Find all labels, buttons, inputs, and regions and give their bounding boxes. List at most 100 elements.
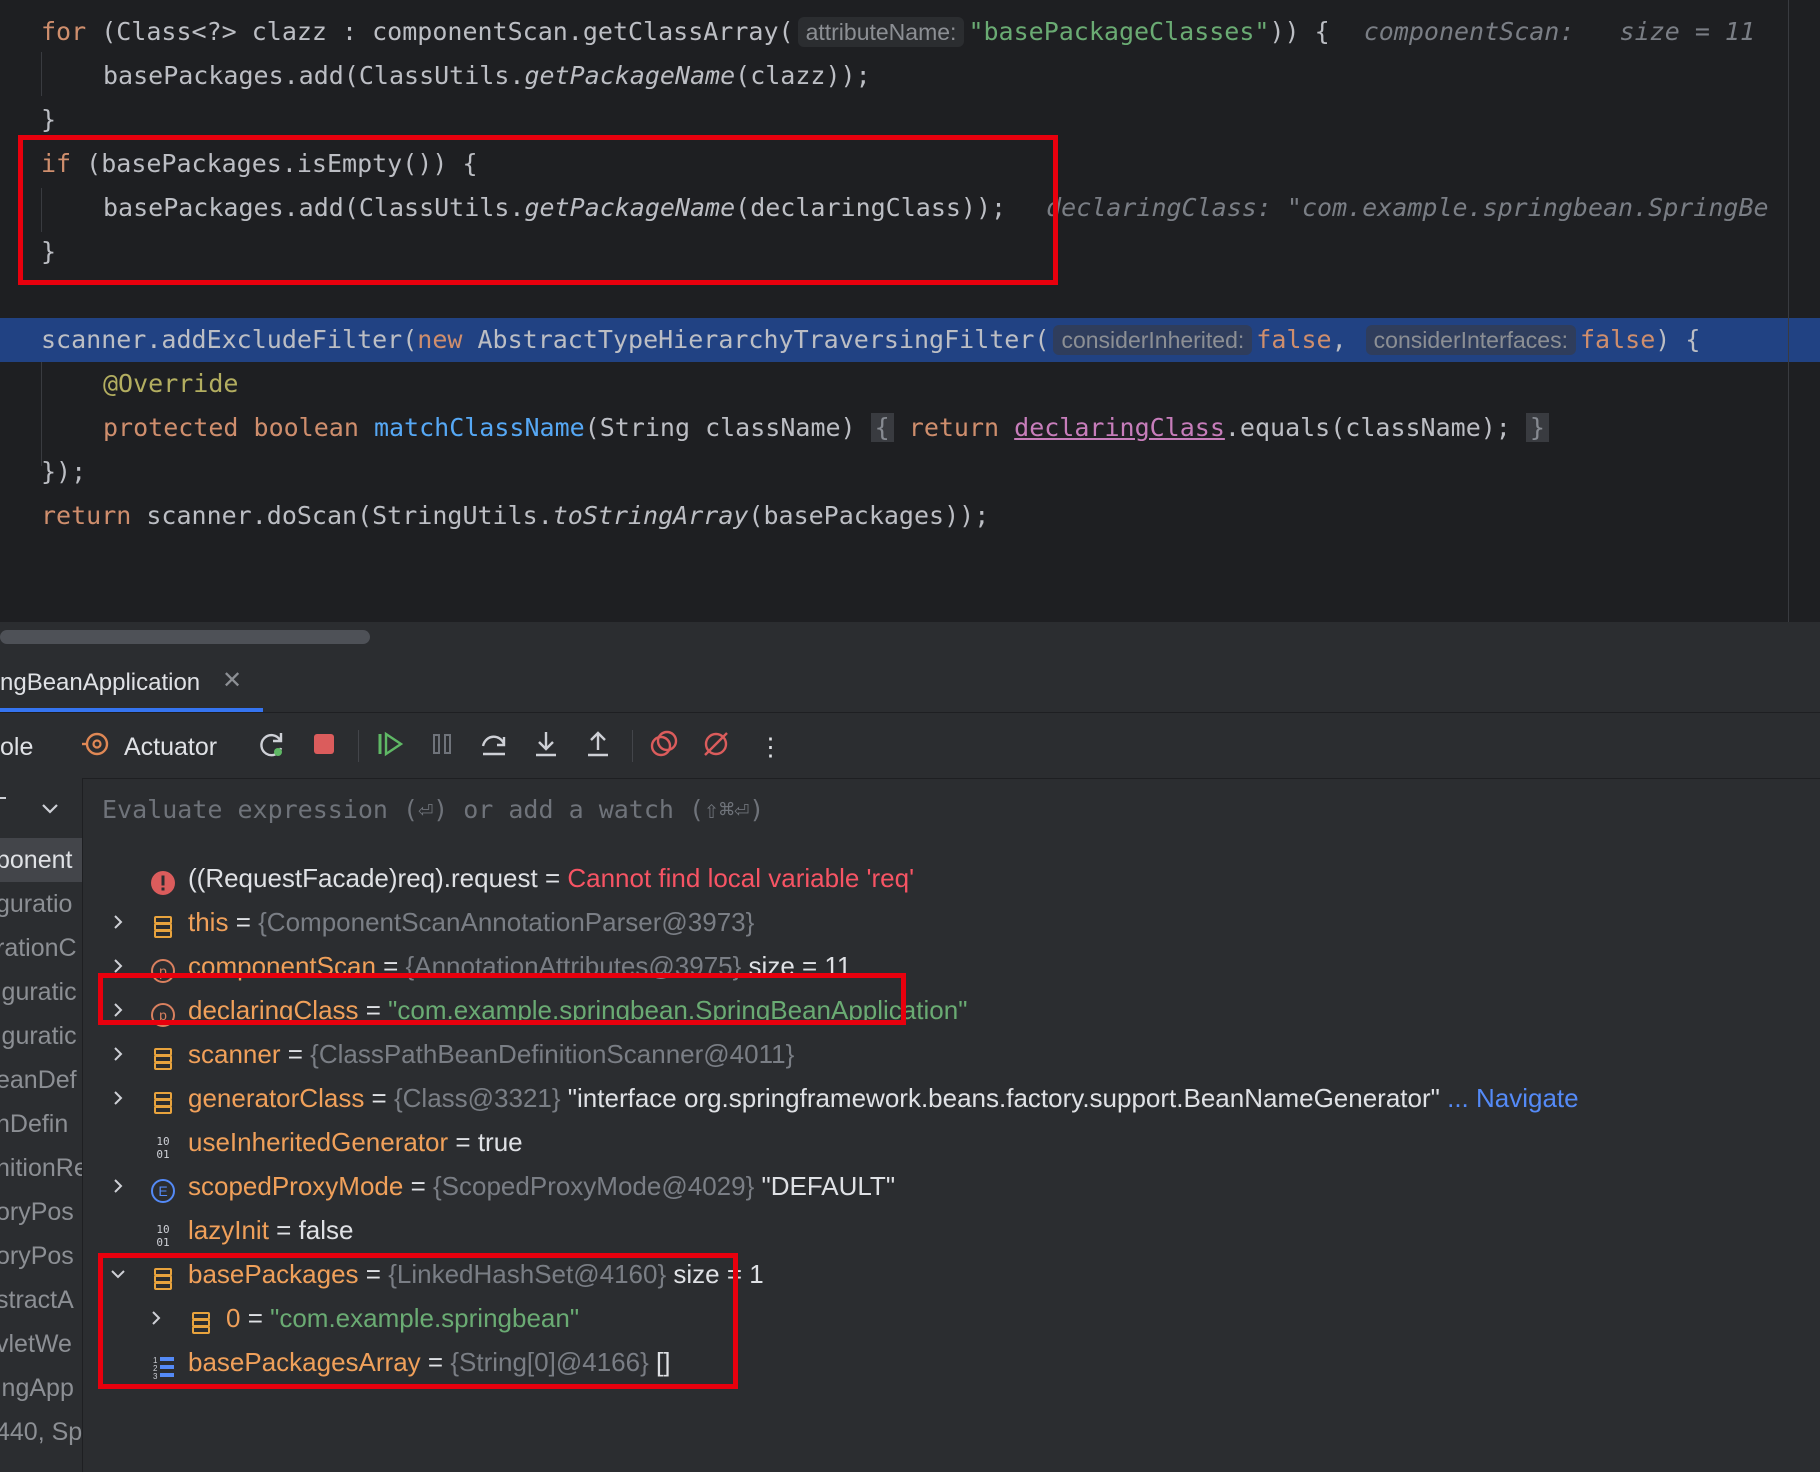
pause-icon[interactable] [424, 726, 460, 762]
tab-actuator[interactable]: Actuator [124, 712, 217, 778]
scrollbar-thumb[interactable] [0, 630, 370, 644]
code-text: (declaringClass)); [735, 193, 1007, 222]
stack-frame-item[interactable]: oryPos [0, 1190, 74, 1234]
stop-icon[interactable] [306, 726, 342, 762]
code-text: (Class<?> clazz : componentScan.getClass… [86, 17, 794, 46]
code-line-10[interactable]: }); [41, 450, 86, 494]
keyword: if [41, 149, 72, 178]
code-text: )) { [1269, 17, 1330, 46]
variable-name: scanner [188, 1039, 281, 1069]
keyword: false [1256, 325, 1332, 354]
svg-text:10: 10 [156, 1223, 169, 1236]
annotation: @Override [103, 369, 239, 398]
svg-text:01: 01 [156, 1148, 169, 1160]
fold-marker[interactable]: { [870, 413, 894, 442]
stack-frame-item[interactable]: nitionRe [0, 1146, 82, 1190]
svg-text:p: p [159, 1007, 167, 1023]
variable-type: {ScopedProxyMode@4029} [432, 1171, 755, 1201]
code-line-2[interactable]: basePackages.add(ClassUtils.getPackageNa… [103, 54, 871, 98]
variable-value: [] [648, 1347, 671, 1377]
stack-frame-item[interactable]: ponent [0, 838, 82, 882]
debug-session-tab[interactable]: ngBeanApplication [0, 650, 263, 712]
stack-frame-item[interactable]: ingApp [0, 1366, 74, 1410]
stack-frame-item[interactable]: 440, Sp [0, 1410, 82, 1454]
code-editor[interactable]: for (Class<?> clazz : componentScan.getC… [0, 0, 1820, 622]
method-name: getPackageName [524, 61, 736, 90]
tab-console[interactable]: ole [0, 712, 33, 778]
variable-name: this [188, 907, 229, 937]
code-line-8[interactable]: @Override [103, 362, 238, 406]
variable-equals: = [364, 1083, 394, 1113]
debug-panel: ngBeanApplication ✕ ole Actuator ⋮ ponen… [0, 650, 1820, 1472]
view-breakpoints-icon[interactable] [646, 726, 682, 762]
code-text: ) { [1655, 325, 1701, 354]
chevron-right-icon[interactable] [106, 1164, 130, 1208]
fold-marker[interactable]: } [1525, 413, 1549, 442]
code-line-6[interactable]: } [41, 230, 56, 274]
code-line-11[interactable]: return scanner.doScan(StringUtils.toStri… [41, 494, 989, 538]
svg-text:01: 01 [156, 1236, 169, 1248]
indent-guide [41, 188, 42, 232]
code-text: basePackages.add(ClassUtils. [103, 193, 525, 222]
chevron-right-icon[interactable] [106, 944, 130, 988]
keyword: protected [103, 413, 239, 442]
close-icon[interactable]: ✕ [222, 666, 242, 695]
stack-frame-item[interactable]: iguratic [0, 1014, 77, 1058]
stack-frame-item[interactable]: guratio [0, 882, 72, 926]
chevron-right-icon[interactable] [106, 900, 130, 944]
chevron-right-icon[interactable] [106, 988, 130, 1032]
chevron-right-icon[interactable] [106, 1076, 130, 1120]
stack-frame-item[interactable]: oryPos [0, 1234, 74, 1278]
variable-value: "interface org.springframework.beans.fac… [560, 1083, 1440, 1113]
code-line-3[interactable]: } [41, 98, 56, 142]
variable-name: lazyInit [188, 1215, 269, 1245]
code-line-4[interactable]: if (basePackages.isEmpty()) { [41, 142, 478, 186]
debug-toolbar: ole Actuator ⋮ [0, 712, 1820, 779]
navigate-link[interactable]: ... Navigate [1440, 1083, 1579, 1113]
rerun-icon[interactable] [254, 726, 290, 762]
variable-type: {ClassPathBeanDefinitionScanner@4011} [310, 1039, 795, 1069]
actuator-icon[interactable] [78, 726, 114, 762]
stack-frame-item[interactable]: iguratic [0, 970, 77, 1014]
stack-frame-item[interactable]: stractA [0, 1278, 74, 1322]
object-icon [188, 1305, 214, 1334]
mute-breakpoints-icon[interactable] [698, 726, 734, 762]
chevron-down-icon[interactable] [106, 1252, 130, 1296]
error-icon [150, 865, 176, 895]
code-text: (clazz)); [735, 61, 871, 90]
parameter-hint: considerInherited: [1053, 325, 1253, 355]
stack-frame-item[interactable]: rationC [0, 926, 77, 970]
variable-type: {Class@3321} [393, 1083, 561, 1113]
parameter-hint: attributeName: [797, 17, 965, 47]
variable-value: "DEFAULT" [754, 1171, 896, 1201]
variable-type: {ComponentScanAnnotationParser@3973} [258, 907, 755, 937]
code-line-1[interactable]: for (Class<?> clazz : componentScan.getC… [41, 10, 1755, 54]
step-over-icon[interactable] [476, 726, 512, 762]
more-options-icon[interactable]: ⋮ [758, 712, 783, 778]
step-out-icon[interactable] [580, 726, 616, 762]
inline-debug-value: declaringClass: "com.example.springbean.… [1046, 193, 1769, 222]
chevron-right-icon[interactable] [144, 1296, 168, 1340]
code-line-5[interactable]: basePackages.add(ClassUtils.getPackageNa… [103, 186, 1769, 230]
variable-equals: = [375, 951, 406, 981]
parameter-hint: considerInterfaces: [1365, 325, 1576, 355]
code-text: scanner.doScan(StringUtils. [131, 501, 553, 530]
step-into-icon[interactable] [528, 726, 564, 762]
evaluate-expression-input[interactable] [100, 778, 1304, 840]
tab-label: ngBeanApplication [0, 669, 201, 696]
horizontal-scrollbar[interactable] [0, 622, 1820, 650]
code-line-7[interactable]: scanner.addExcludeFilter(new AbstractTyp… [41, 318, 1700, 362]
stack-frame-item[interactable]: nDefin [0, 1102, 68, 1146]
parameter-icon: p [150, 997, 176, 1027]
keyword: return [41, 501, 132, 530]
keyword: boolean [253, 413, 359, 442]
resume-icon[interactable] [372, 726, 408, 762]
code-line-9[interactable]: protected boolean matchClassName(String … [103, 406, 1549, 450]
stack-frame-item[interactable]: vletWe [0, 1322, 72, 1366]
stack-frame-item[interactable]: eanDef [0, 1058, 77, 1102]
variable-equals: = [448, 1127, 478, 1157]
string-literal: "basePackageClasses" [968, 17, 1270, 46]
variable-value: size = 1 [666, 1259, 764, 1289]
chevron-right-icon[interactable] [106, 1032, 130, 1076]
code-text: } [41, 105, 57, 134]
